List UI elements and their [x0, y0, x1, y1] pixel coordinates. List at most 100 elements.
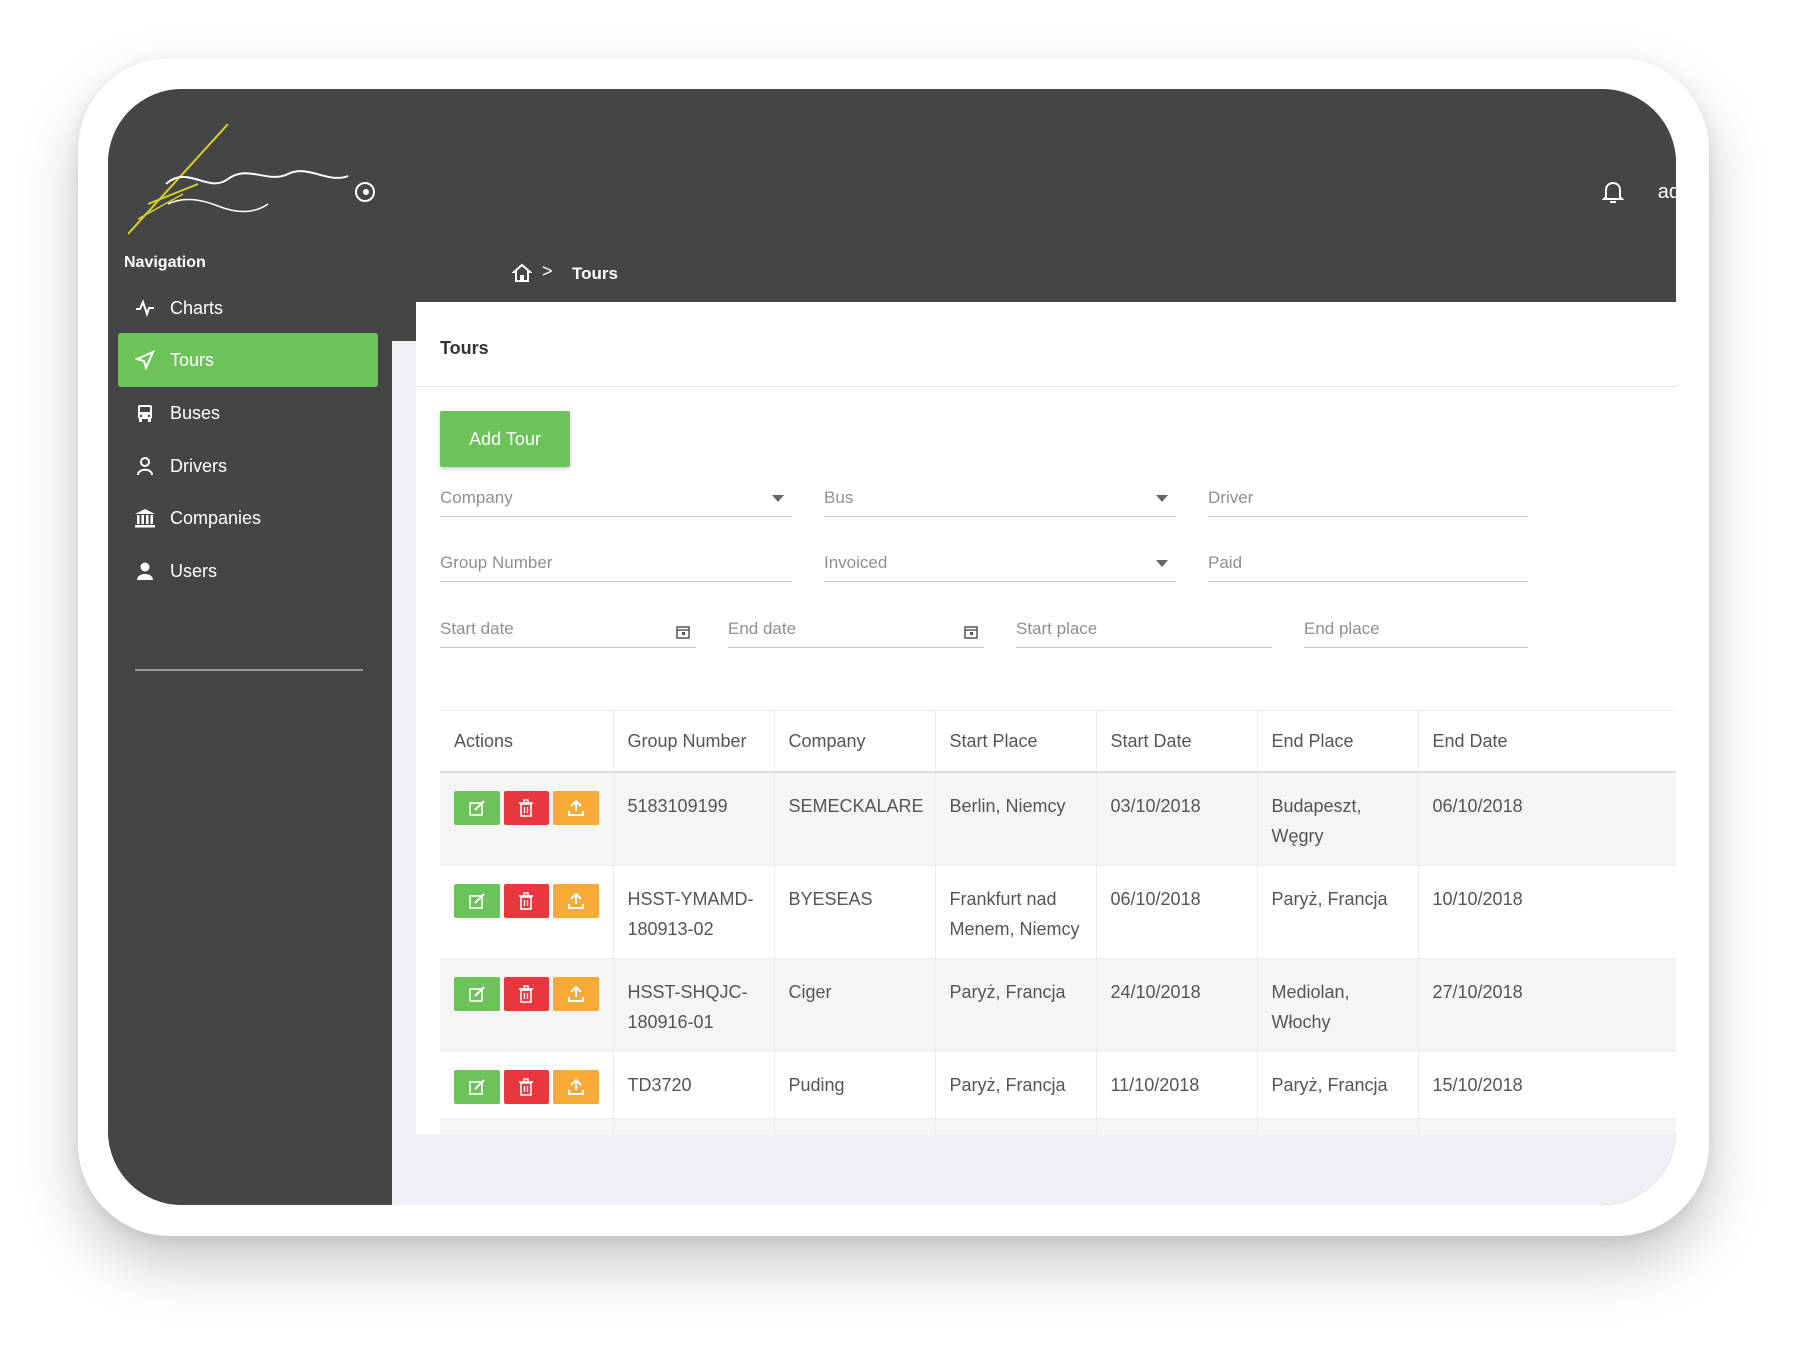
breadcrumb-current: Tours [572, 264, 618, 283]
brand-logo [128, 124, 349, 235]
chevron-down-icon [772, 495, 784, 502]
company-cell: BYESEAS [774, 865, 936, 959]
upload-icon [567, 985, 584, 1002]
group-number-placeholder: Group Number [440, 553, 553, 572]
panel-divider [416, 386, 1676, 387]
app-screen: Navigation Charts Tours Buses Drivers Co… [108, 89, 1676, 1205]
start-date-cell: 11/10/2018 [1096, 1051, 1258, 1119]
paid-input[interactable]: Paid [1208, 547, 1528, 582]
upload-button[interactable] [553, 977, 599, 1011]
end-date-cell: 27/10/2018 [1418, 958, 1676, 1052]
group-number-cell: 5183109199 [613, 772, 775, 866]
delete-button[interactable] [503, 1070, 549, 1104]
add-tour-button[interactable]: Add Tour [440, 411, 570, 467]
company-cell: Puding [774, 1051, 936, 1119]
end-place-input[interactable]: End place [1304, 613, 1528, 648]
company-cell: DEYOETALEK [774, 1118, 936, 1134]
edit-icon [468, 893, 485, 909]
sidebar-item-charts[interactable]: Charts [118, 281, 378, 335]
sidebar-item-label: Drivers [170, 455, 227, 476]
actions-cell [440, 958, 614, 1052]
table-row: 5183109199 SEMECKALARE Berlin, Niemcy 03… [440, 772, 1676, 866]
company-select[interactable]: Company [440, 482, 792, 517]
chevron-down-icon [1156, 495, 1168, 502]
edit-button[interactable] [454, 977, 500, 1011]
end-place-cell: Budapeszt, Węgry [1257, 772, 1419, 866]
bank-icon [134, 507, 156, 529]
edit-icon [468, 986, 485, 1002]
table-row: HSST-SHQJC-180916-01 Ciger Paryż, Francj… [440, 958, 1676, 1052]
start-place-input[interactable]: Start place [1016, 613, 1272, 648]
edit-button[interactable] [454, 791, 500, 825]
invoiced-select[interactable]: Invoiced [824, 547, 1176, 582]
calendar-icon[interactable] [676, 625, 690, 639]
paid-placeholder: Paid [1208, 553, 1243, 572]
sidebar-item-label: Charts [170, 297, 224, 318]
start-date-cell: 17/10/2018 [1096, 1118, 1258, 1134]
sidebar-item-tours[interactable]: Tours [118, 333, 378, 387]
group-number-input[interactable]: Group Number [440, 547, 792, 582]
start-place-placeholder: Start place [1016, 619, 1098, 638]
sidebar-item-buses[interactable]: Buses [118, 386, 378, 440]
column-header[interactable]: Company [774, 710, 936, 773]
group-number-cell: HSST-SHQJC-180916-01 [613, 958, 775, 1052]
bus-placeholder: Bus [824, 488, 854, 507]
upload-button[interactable] [553, 884, 599, 918]
sidebar-item-label: Buses [170, 402, 221, 423]
navigation-title: Navigation [124, 254, 206, 271]
delete-button[interactable] [503, 977, 549, 1011]
table-row: HSST-WHFT- DEYOETALEK Rzym, Włochy 17/10… [440, 1118, 1676, 1134]
table-row: HSST-YMAMD-180913-02 BYESEAS Frankfurt n… [440, 865, 1676, 959]
column-header[interactable]: End Date [1418, 710, 1676, 773]
group-number-cell: TD3720 [613, 1051, 775, 1119]
end-date-placeholder: End date [728, 619, 797, 638]
end-date-input[interactable]: End date [728, 613, 984, 648]
upload-button[interactable] [553, 791, 599, 825]
sidebar-item-companies[interactable]: Companies [118, 491, 378, 545]
bus-icon [134, 402, 156, 424]
start-place-cell: Paryż, Francja [935, 958, 1097, 1052]
delete-button[interactable] [503, 791, 549, 825]
edit-icon [468, 800, 485, 816]
paper-plane-icon [134, 349, 156, 371]
column-header[interactable]: Start Date [1096, 710, 1258, 773]
column-header[interactable]: Actions [440, 710, 614, 773]
delete-button[interactable] [503, 884, 549, 918]
tours-table: Actions Group Number Company Start Place… [440, 710, 1676, 1134]
eye-icon[interactable] [354, 181, 376, 203]
start-date-cell: 06/10/2018 [1096, 865, 1258, 959]
invoiced-placeholder: Invoiced [824, 553, 888, 572]
sidebar-item-drivers[interactable]: Drivers [118, 439, 378, 493]
calendar-icon[interactable] [964, 625, 978, 639]
start-date-cell: 03/10/2018 [1096, 772, 1258, 866]
column-header[interactable]: Start Place [935, 710, 1097, 773]
start-place-cell: Frankfurt nad Menem, Niemcy [935, 865, 1097, 959]
edit-button[interactable] [454, 884, 500, 918]
end-place-cell: Paryż, Francja [1257, 865, 1419, 959]
company-cell: SEMECKALARE [774, 772, 936, 866]
start-place-cell: Rzym, Włochy [935, 1118, 1097, 1134]
column-header[interactable]: Group Number [613, 710, 775, 773]
upload-button[interactable] [553, 1070, 599, 1104]
bell-icon[interactable] [1602, 180, 1624, 204]
user-solid-icon [134, 560, 156, 582]
sidebar-item-users[interactable]: Users [118, 544, 378, 598]
actions-cell [440, 865, 614, 959]
user-menu[interactable]: ad [1658, 181, 1676, 204]
group-number-cell: HSST-WHFT- [613, 1118, 775, 1134]
start-date-input[interactable]: Start date [440, 613, 696, 648]
upload-icon [567, 892, 584, 909]
edit-button[interactable] [454, 1070, 500, 1104]
trash-icon [519, 799, 534, 817]
column-header[interactable]: End Place [1257, 710, 1419, 773]
end-date-cell: 06/10/2018 [1418, 772, 1676, 866]
start-date-cell: 24/10/2018 [1096, 958, 1258, 1052]
home-icon[interactable] [512, 263, 532, 283]
sidebar-divider [135, 669, 363, 671]
bus-select[interactable]: Bus [824, 482, 1176, 517]
driver-input[interactable]: Driver [1208, 482, 1528, 517]
upload-icon [567, 1078, 584, 1095]
driver-placeholder: Driver [1208, 488, 1254, 507]
tours-panel: Tours Add Tour Company Bus Driver Group … [416, 302, 1676, 1134]
end-date-cell: 20/10/2018 [1418, 1118, 1676, 1134]
